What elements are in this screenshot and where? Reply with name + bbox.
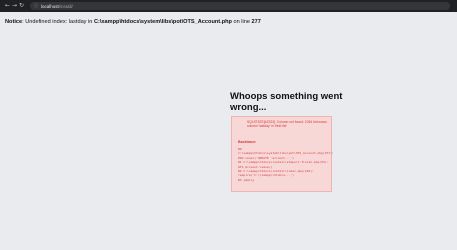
reload-icon[interactable]: ↻ — [18, 0, 25, 12]
notice-file: C:\xampp\htdocs\system\libs\pot\OTS_Acco… — [93, 19, 232, 25]
backtrace-text: #0 C:\xampp\htdocs\system\libs\pot\OTS_A… — [238, 146, 334, 182]
back-icon[interactable]: ← — [4, 0, 11, 12]
forward-icon[interactable]: → — [11, 0, 18, 12]
address-bar[interactable]: ⓘ localhost /install/ — [30, 2, 450, 10]
php-notice: Notice: Undefined index: lastday in C:\x… — [5, 19, 445, 25]
error-title: Whoops something went wrong... — [230, 91, 343, 113]
url-path: /install/ — [58, 3, 73, 9]
sql-error-message: SQLSTATE[42S22]: Column not found: 1054 … — [247, 120, 327, 129]
backtrace-label: Backtrace: — [238, 139, 257, 144]
notice-label: Notice — [5, 19, 23, 25]
info-icon[interactable]: ⓘ — [34, 3, 38, 9]
notice-line-prefix: on line — [231, 19, 252, 25]
notice-line: 277 — [251, 19, 261, 25]
url-host: localhost — [41, 3, 59, 9]
notice-text: : Undefined index: lastday in — [22, 19, 94, 25]
error-box: SQLSTATE[42S22]: Column not found: 1054 … — [231, 116, 334, 192]
browser-toolbar: ← → ↻ ⓘ localhost /install/ — [0, 0, 457, 12]
